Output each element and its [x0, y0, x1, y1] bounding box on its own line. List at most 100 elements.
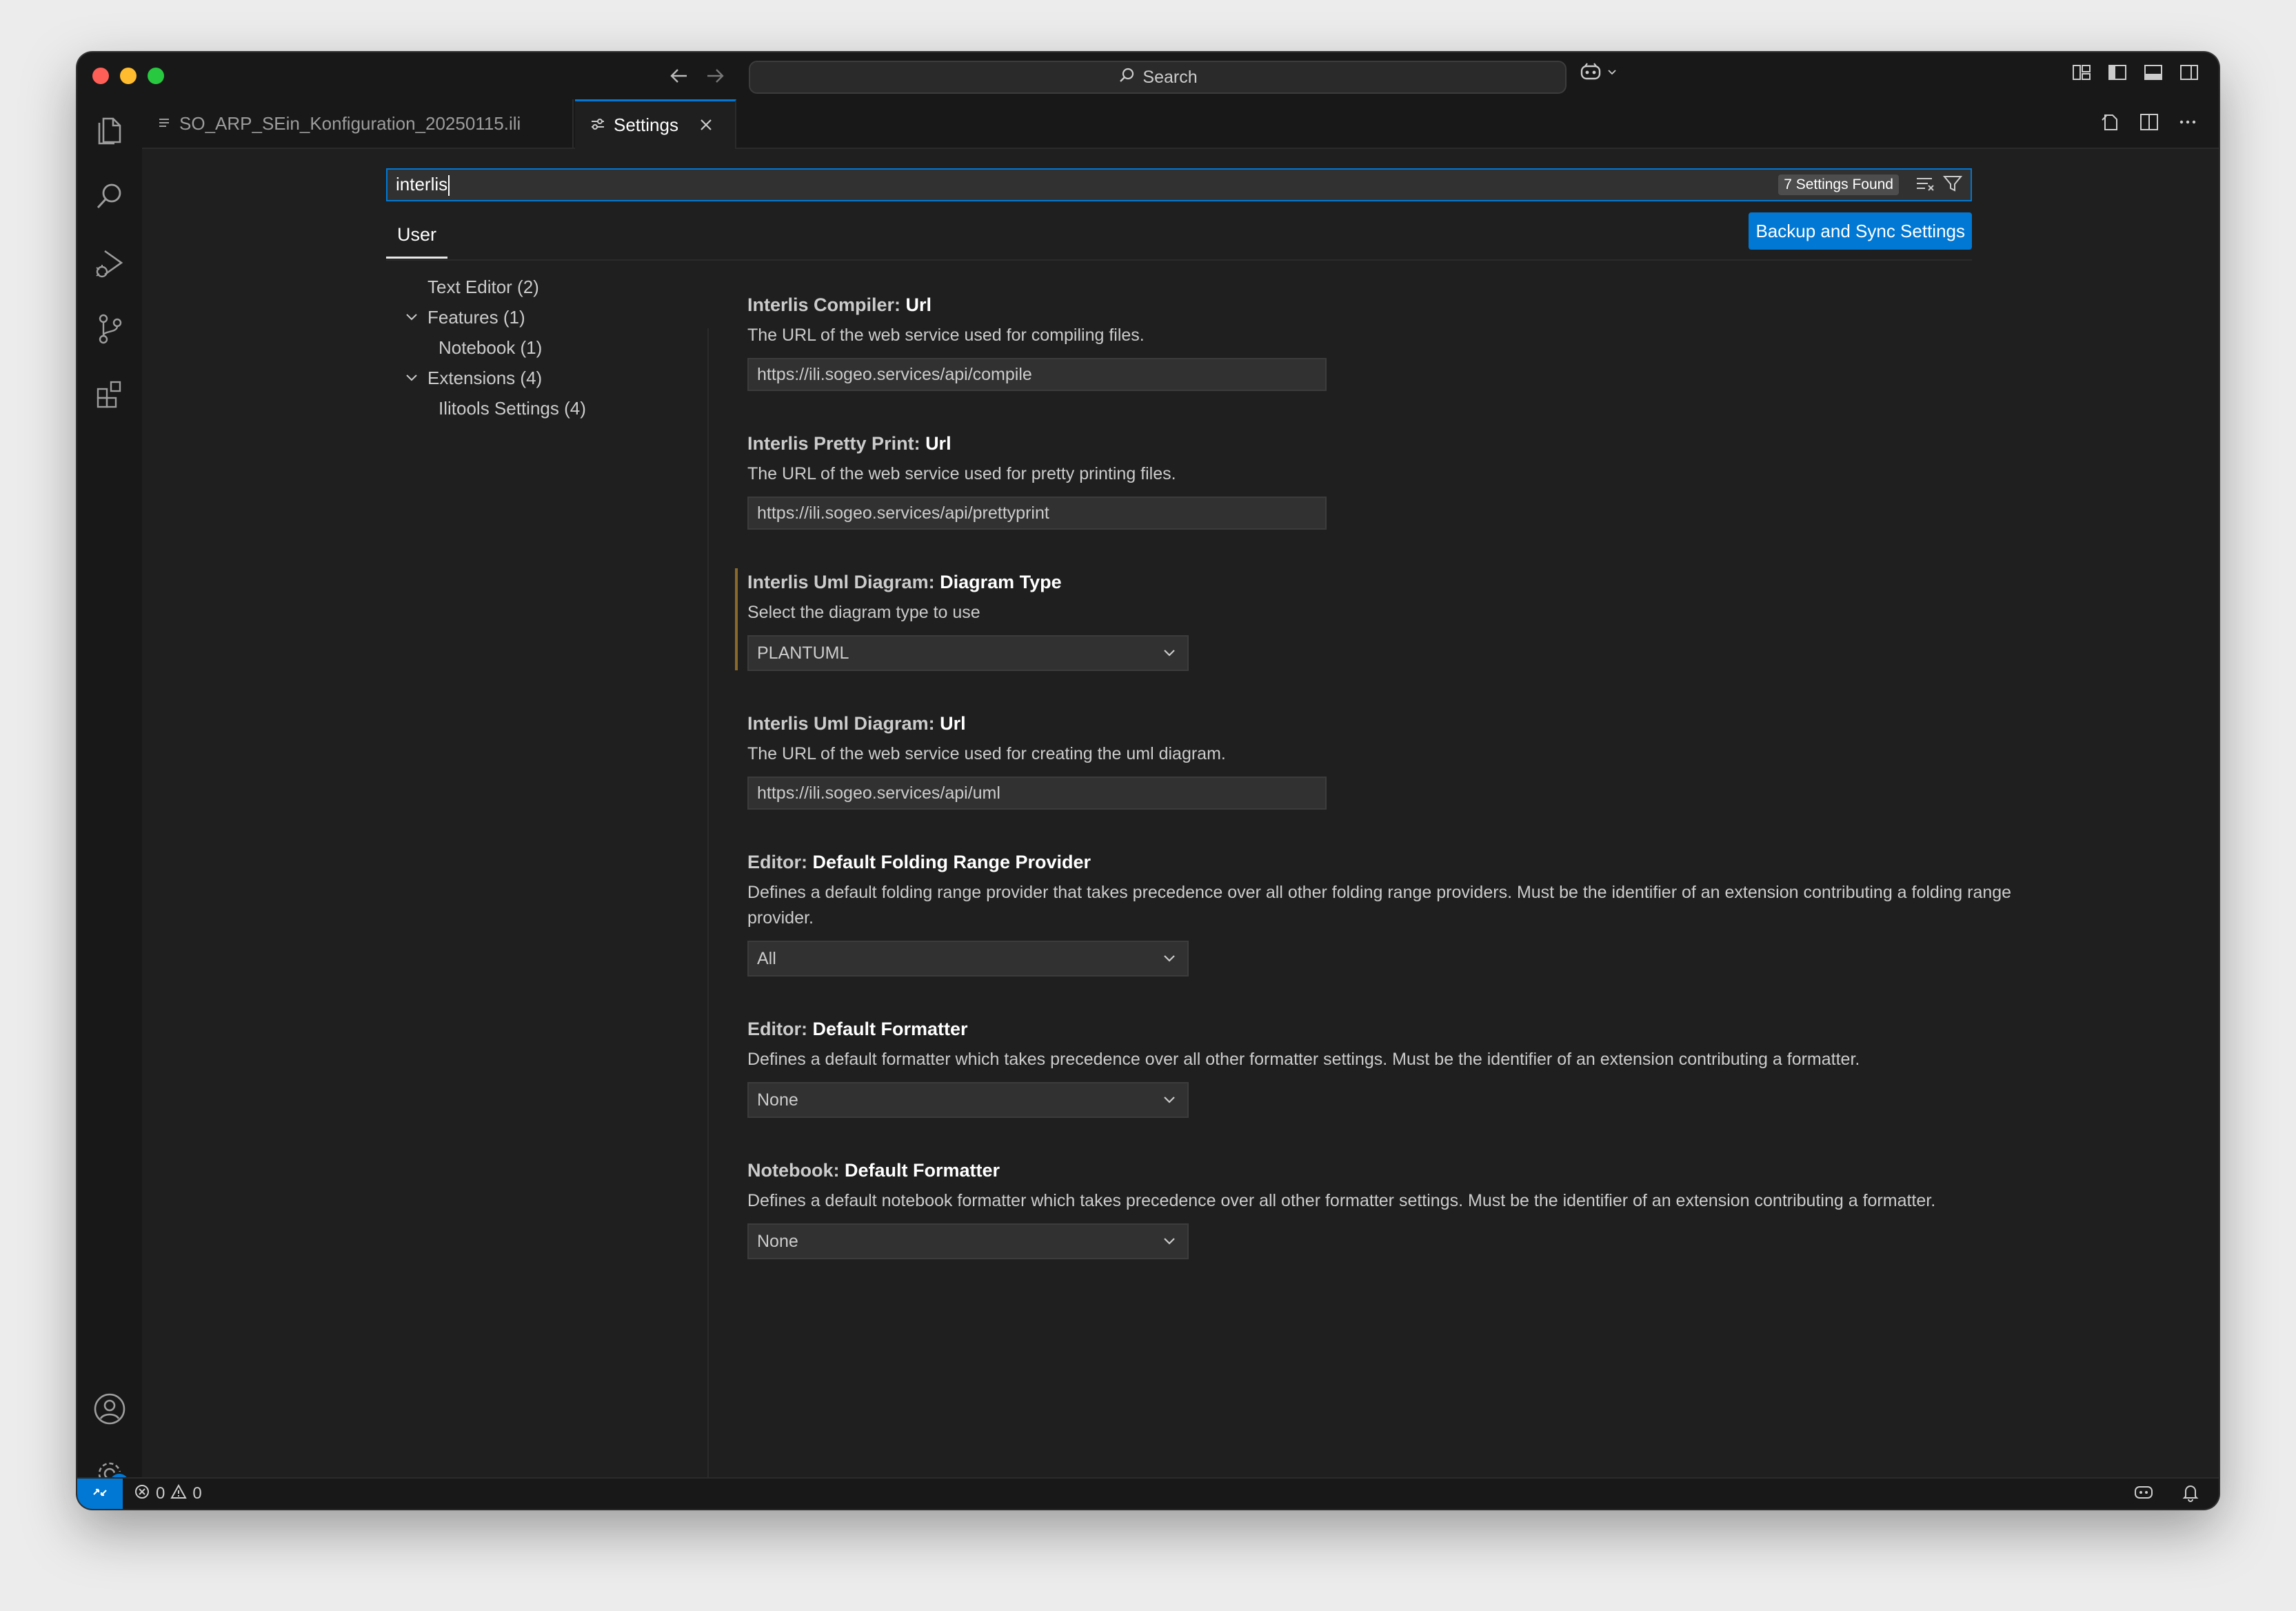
- setting-item: Notebook: Default Formatter Defines a def…: [747, 1137, 2092, 1279]
- setting-title: Interlis Uml Diagram: Url: [747, 711, 2092, 736]
- setting-title: Interlis Pretty Print: Url: [747, 431, 2092, 456]
- dropdown-value: None: [757, 1232, 798, 1251]
- chevron-down-icon: [1161, 1083, 1178, 1128]
- editor-tab-bar: SO_ARP_SEin_Konfiguration_20250115.ili S…: [142, 99, 2219, 149]
- setting-category: Editor:: [747, 852, 813, 872]
- go-forward-icon[interactable]: [705, 62, 725, 96]
- chevron-down-icon: [1161, 637, 1178, 681]
- toc-item[interactable]: Features (1): [386, 302, 772, 332]
- split-editor-icon[interactable]: [2139, 112, 2159, 136]
- setting-title: Interlis Uml Diagram: Diagram Type: [747, 570, 2092, 594]
- remote-indicator[interactable]: [77, 1479, 123, 1509]
- account-icon[interactable]: [91, 1390, 128, 1428]
- command-center[interactable]: Search: [749, 61, 1567, 94]
- setting-description: Defines a default formatter which takes …: [747, 1050, 1860, 1069]
- open-settings-json-icon[interactable]: [2100, 112, 2121, 136]
- setting-category: Interlis Uml Diagram:: [747, 713, 940, 734]
- status-bar: 0 0: [77, 1477, 2219, 1509]
- status-right-items: [2133, 1479, 2199, 1509]
- tab-ili-file[interactable]: SO_ARP_SEin_Konfiguration_20250115.ili: [142, 99, 574, 148]
- clear-filter-icon[interactable]: [1915, 175, 1936, 195]
- run-debug-icon[interactable]: [91, 244, 128, 281]
- setting-item: Interlis Pretty Print: Url The URL of the…: [747, 410, 2092, 549]
- search-icon[interactable]: [91, 178, 128, 215]
- customize-layout-icon[interactable]: [2071, 62, 2092, 83]
- setting-item: Editor: Default Formatter Defines a defau…: [747, 996, 2092, 1137]
- setting-item: Interlis Compiler: Url The URL of the web…: [747, 272, 2092, 410]
- close-window-button[interactable]: [92, 68, 109, 84]
- setting-name: Default Formatter: [845, 1160, 1000, 1181]
- setting-name: Url: [925, 433, 951, 454]
- settings-table-of-contents: Text Editor (2) Features (1) Notebook (1) E…: [386, 272, 772, 423]
- setting-category: Editor:: [747, 1019, 813, 1039]
- setting-name: Default Folding Range Provider: [812, 852, 1091, 872]
- warning-icon: [170, 1483, 188, 1505]
- setting-item: Interlis Uml Diagram: Diagram Type Select…: [735, 549, 2092, 690]
- setting-text-input[interactable]: https://ili.sogeo.services/api/prettypri…: [747, 497, 1327, 530]
- setting-description: Defines a default folding range provider…: [747, 883, 2012, 928]
- settings-search-input[interactable]: interlis 7 Settings Found: [386, 168, 1972, 201]
- setting-dropdown[interactable]: PLANTUML: [747, 635, 1189, 671]
- setting-title: Notebook: Default Formatter: [747, 1158, 2092, 1183]
- settings-scope-row: User Backup and Sync Settings: [386, 210, 1972, 261]
- problems-indicator[interactable]: 0 0: [134, 1479, 202, 1509]
- tab-user-settings[interactable]: User: [386, 218, 448, 259]
- search-query: interlis: [396, 174, 1778, 196]
- filter-icon[interactable]: [1942, 174, 1963, 196]
- settings-editor: interlis 7 Settings Found User Backup an…: [142, 149, 2219, 1509]
- setting-title: Editor: Default Formatter: [747, 1017, 2092, 1041]
- dropdown-value: None: [757, 1090, 798, 1110]
- setting-title: Interlis Compiler: Url: [747, 292, 2092, 317]
- setting-category: Interlis Uml Diagram:: [747, 572, 940, 592]
- toc-item[interactable]: Ilitools Settings (4): [386, 393, 772, 423]
- extensions-icon[interactable]: [91, 377, 128, 414]
- copilot-status-icon[interactable]: [2133, 1483, 2154, 1505]
- setting-text-input[interactable]: https://ili.sogeo.services/api/uml: [747, 777, 1327, 810]
- source-control-icon[interactable]: [91, 310, 128, 348]
- toc-item-label: Ilitools Settings (4): [439, 398, 586, 419]
- dropdown-value: PLANTUML: [757, 643, 849, 663]
- setting-description: The URL of the web service used for pret…: [747, 464, 1176, 483]
- toc-item[interactable]: Text Editor (2): [386, 272, 772, 302]
- toggle-primary-sidebar-icon[interactable]: [2107, 62, 2128, 83]
- editor-actions: [2100, 112, 2198, 136]
- backup-sync-button[interactable]: Backup and Sync Settings: [1749, 212, 1972, 250]
- chevron-down-icon: [1161, 942, 1178, 986]
- setting-category: Notebook:: [747, 1160, 845, 1181]
- minimize-window-button[interactable]: [120, 68, 137, 84]
- settings-sliders-icon: [590, 114, 605, 136]
- toc-item-label: Text Editor (2): [427, 277, 539, 297]
- remote-icon: [91, 1483, 109, 1505]
- close-icon[interactable]: [699, 114, 713, 137]
- setting-text-input[interactable]: https://ili.sogeo.services/api/compile: [747, 358, 1327, 391]
- setting-item: Editor: Default Folding Range Provider De…: [747, 829, 2092, 996]
- go-back-icon[interactable]: [669, 62, 689, 96]
- tab-settings[interactable]: Settings: [575, 99, 736, 149]
- setting-description: The URL of the web service used for comp…: [747, 326, 1145, 345]
- toc-divider: [707, 328, 709, 1509]
- toggle-secondary-sidebar-icon[interactable]: [2179, 62, 2199, 83]
- setting-dropdown[interactable]: None: [747, 1082, 1189, 1118]
- results-count-badge: 7 Settings Found: [1778, 174, 1899, 195]
- more-actions-icon[interactable]: [2177, 112, 2198, 136]
- copilot-menu[interactable]: [1579, 62, 1618, 86]
- toggle-panel-icon[interactable]: [2143, 62, 2164, 83]
- chevron-down-icon: [1607, 67, 1618, 81]
- toc-item-label: Extensions (4): [427, 368, 543, 388]
- error-count: 0: [156, 1484, 165, 1503]
- zoom-window-button[interactable]: [148, 68, 164, 84]
- setting-dropdown[interactable]: All: [747, 941, 1189, 977]
- files-icon[interactable]: [91, 112, 128, 149]
- bell-icon[interactable]: [2182, 1483, 2199, 1505]
- file-lines-icon: [157, 113, 171, 134]
- setting-category: Interlis Compiler:: [747, 294, 906, 315]
- setting-title: Editor: Default Folding Range Provider: [747, 850, 2092, 874]
- error-icon: [134, 1483, 150, 1505]
- toc-item[interactable]: Extensions (4): [386, 363, 772, 393]
- toc-item[interactable]: Notebook (1): [386, 332, 772, 363]
- setting-dropdown[interactable]: None: [747, 1223, 1189, 1259]
- chevron-down-icon: [1161, 1225, 1178, 1269]
- setting-item: Interlis Uml Diagram: Url The URL of the …: [747, 690, 2092, 829]
- dropdown-value: All: [757, 949, 776, 968]
- setting-category: Interlis Pretty Print:: [747, 433, 926, 454]
